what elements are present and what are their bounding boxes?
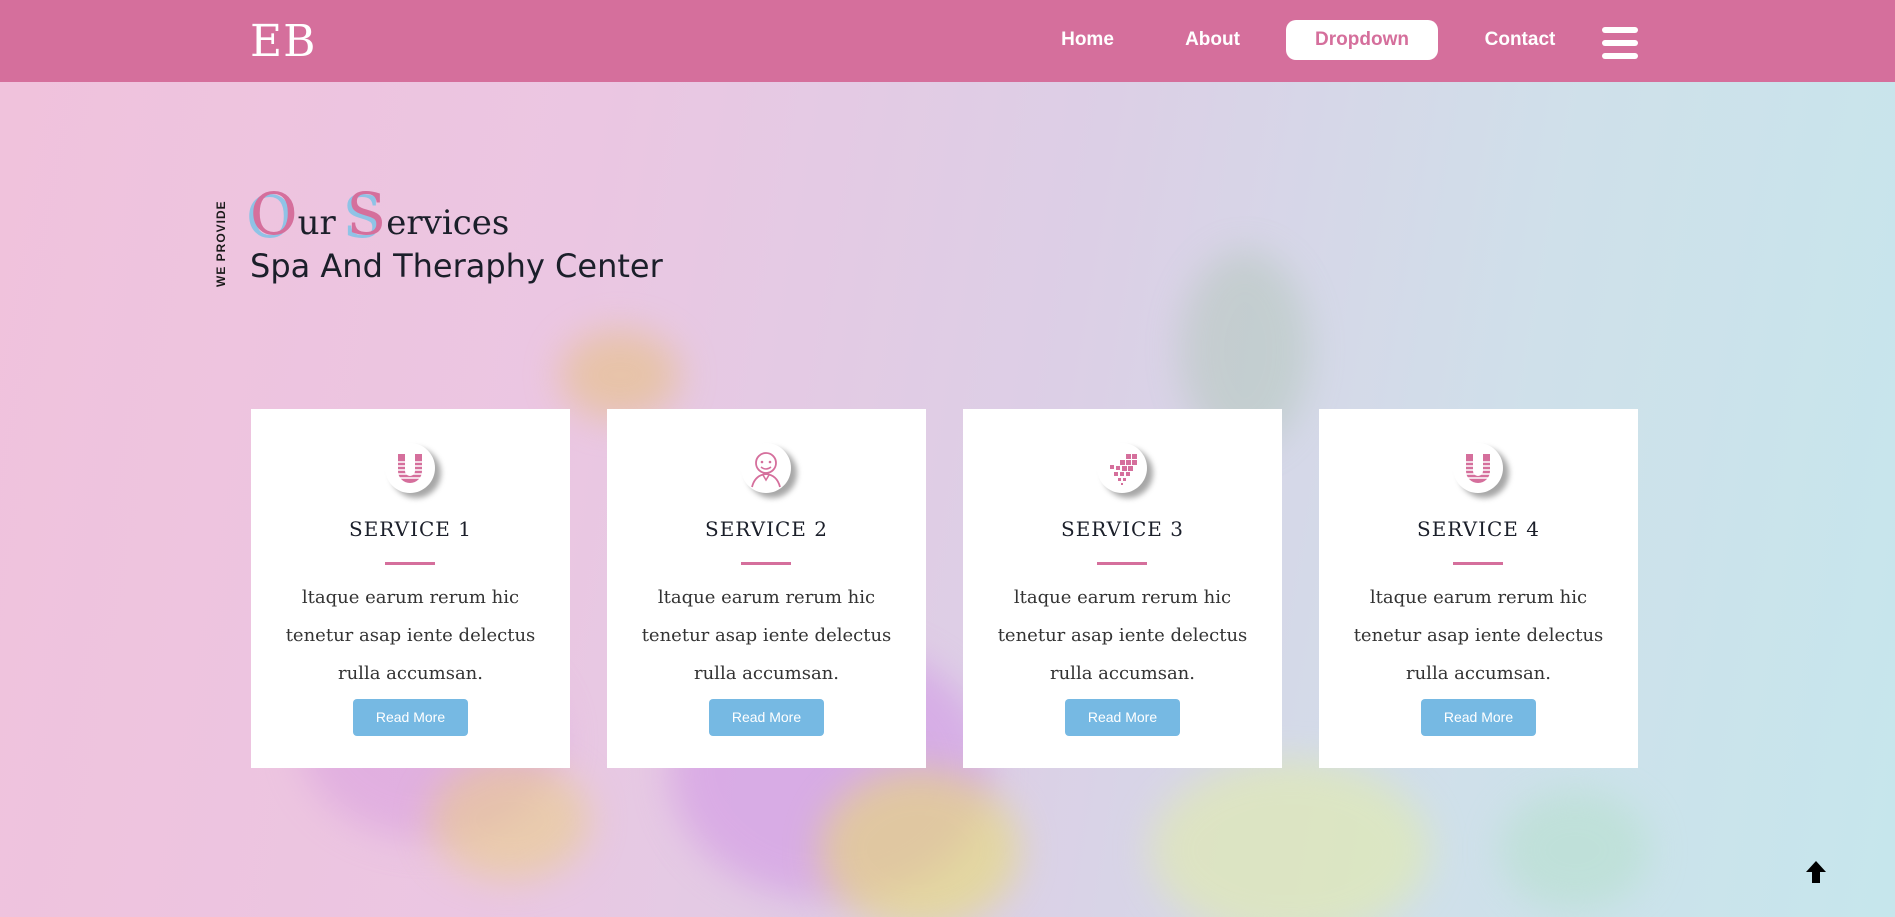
hamburger-menu-icon[interactable] [1602,27,1638,59]
letter-u-icon [1453,443,1503,493]
jenkins-face-icon [741,443,791,493]
title-part-2: ervices [386,203,510,243]
title-initial-s: S [346,180,387,248]
service-title: SERVICE 3 [1061,517,1184,541]
title-divider [1097,562,1147,565]
top-navbar: EB Home About Dropdown Contact [0,0,1895,82]
title-divider [385,562,435,565]
title-initial-o: O [250,180,298,248]
nav-dropdown-button[interactable]: Dropdown [1286,20,1438,60]
read-more-button[interactable]: Read More [1065,699,1180,736]
arrow-up-icon [1806,861,1826,883]
read-more-button[interactable]: Read More [709,699,824,736]
service-description: ltaque earum rerum hic tenetur asap ient… [285,587,536,684]
service-description: ltaque earum rerum hic tenetur asap ient… [1353,587,1604,684]
service-card: SERVICE 2 ltaque earum rerum hic tenetur… [607,409,926,768]
nav-contact-link[interactable]: Contact [1470,20,1570,60]
section-side-label: WE PROVIDE [214,200,228,287]
section-title: Our Services [250,180,509,248]
service-card: SERVICE 3 ltaque earum rerum hic tenetur… [963,409,1282,768]
section-subtitle: Spa And Theraphy Center [250,247,663,285]
site-logo[interactable]: EB [250,16,316,67]
service-card: SERVICE 4 ltaque earum rerum hic tenetur… [1319,409,1638,768]
service-description: ltaque earum rerum hic tenetur asap ient… [997,587,1248,684]
title-divider [1453,562,1503,565]
title-part-1: ur [297,203,347,243]
service-description: ltaque earum rerum hic tenetur asap ient… [641,587,892,684]
service-card: SERVICE 1 ltaque earum rerum hic tenetur… [251,409,570,768]
nav-about-link[interactable]: About [1165,20,1260,60]
title-divider [741,562,791,565]
service-title: SERVICE 2 [705,517,828,541]
read-more-button[interactable]: Read More [353,699,468,736]
letter-u-icon [385,443,435,493]
nav-home-link[interactable]: Home [1040,20,1135,60]
back-to-top-button[interactable] [1802,858,1830,886]
service-title: SERVICE 4 [1417,517,1540,541]
service-title: SERVICE 1 [349,517,472,541]
read-more-button[interactable]: Read More [1421,699,1536,736]
pixel-dots-icon [1097,443,1147,493]
